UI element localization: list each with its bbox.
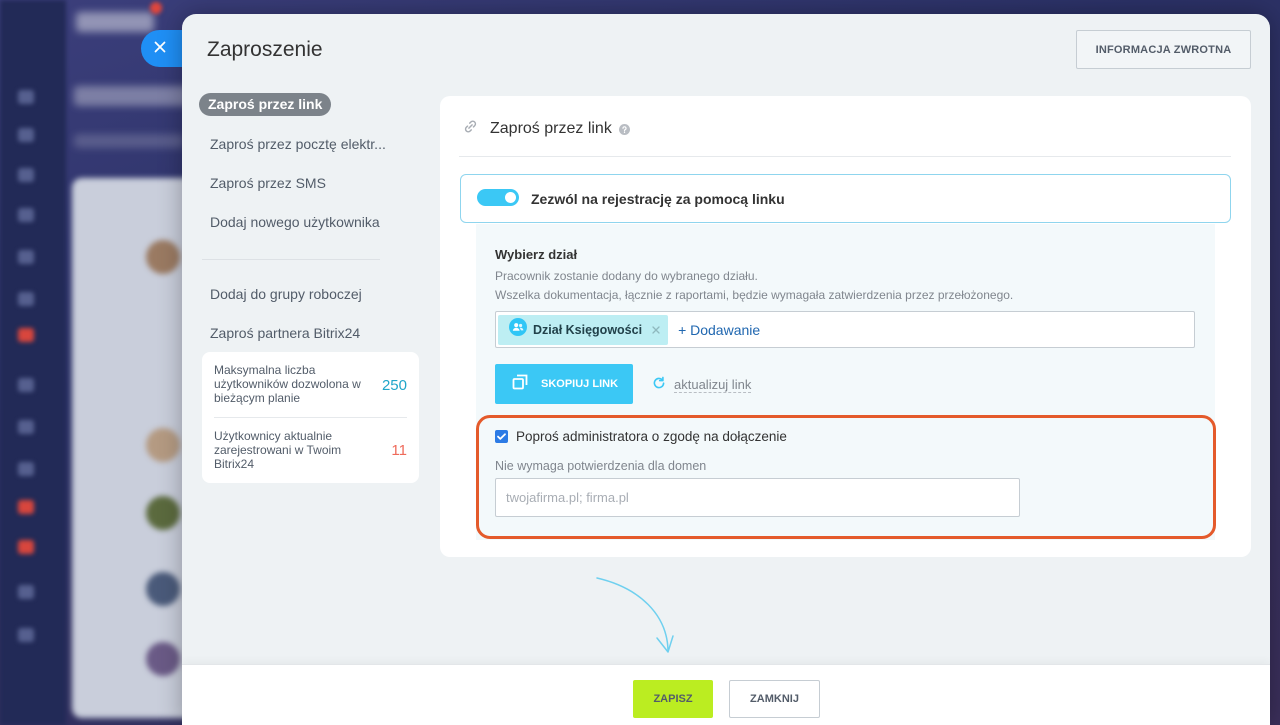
copy-link-label: SKOPIUJ LINK (541, 378, 619, 390)
background-menu-icon (18, 420, 34, 434)
background-menu-icon (18, 128, 34, 142)
copy-link-button[interactable]: SKOPIUJ LINK (495, 364, 633, 404)
department-selector[interactable]: Dział Księgowości + Dodawanie (495, 311, 1195, 348)
current-users-label: Użytkownicy aktualnie zarejestrowani w T… (214, 429, 342, 471)
nav-item-invite-by-link[interactable]: Zaproś przez link (199, 93, 332, 116)
invite-dialog: Zaproszenie INFORMACJA ZWROTNA Zaproś pr… (182, 14, 1270, 725)
background-notification-dot (150, 2, 162, 14)
background-avatar (146, 428, 180, 462)
admin-approval-label[interactable]: Poproś administratora o zgodę na dołącze… (516, 428, 787, 446)
admin-approval-checkbox[interactable] (495, 430, 508, 443)
current-users-value: 11 (391, 442, 407, 459)
max-users-label: Maksymalna liczba użytkowników dozwolona… (214, 363, 361, 405)
nav-item-add-new-user[interactable]: Dodaj nowego użytkownika (210, 212, 380, 232)
card-title: Zaproś przez link (490, 120, 612, 137)
refresh-link-button[interactable]: aktualizuj link (652, 376, 752, 395)
background-menu-icon (18, 90, 34, 104)
background-avatar (146, 642, 180, 676)
nav-item-invite-by-email[interactable]: Zaproś przez pocztę elektr... (210, 134, 386, 154)
domains-label: Nie wymaga potwierdzenia dla domen (495, 459, 707, 473)
admin-approval-section: Poproś administratora o zgodę na dołącze… (476, 415, 1216, 539)
help-icon[interactable] (618, 123, 630, 135)
background-menu-icon (18, 378, 34, 392)
feedback-button[interactable]: INFORMACJA ZWROTNA (1076, 30, 1251, 69)
stats-divider (214, 417, 407, 418)
refresh-link-label: aktualizuj link (674, 377, 752, 393)
department-tag: Dział Księgowości (498, 314, 669, 345)
background-menu-icon (18, 500, 34, 514)
department-hint: Wszelka dokumentacja, łącznie z raportam… (495, 288, 1014, 302)
department-tag-label: Dział Księgowości (533, 322, 643, 337)
nav-item-invite-by-sms[interactable]: Zaproś przez SMS (210, 173, 326, 193)
background-avatar (146, 496, 180, 530)
close-button[interactable]: ZAMKNIJ (729, 680, 820, 718)
card-header: Zaproś przez link (463, 119, 630, 139)
background-menu-icon (18, 540, 34, 554)
department-hint: Pracownik zostanie dodany do wybranego d… (495, 269, 758, 283)
checkbox-checked-icon (496, 431, 507, 442)
remove-icon[interactable] (652, 325, 660, 334)
background-menu-icon (18, 168, 34, 182)
background-menu-icon (18, 250, 34, 264)
card-divider (459, 156, 1231, 157)
background-avatar (146, 572, 180, 606)
annotation-arrow (596, 577, 674, 653)
nav-divider (202, 259, 380, 260)
save-button[interactable]: ZAPISZ (633, 680, 713, 718)
invite-by-link-card: Zaproś przez link Zezwól na rejestrację … (440, 96, 1251, 557)
background-menu-icon (18, 292, 34, 306)
link-icon (463, 119, 478, 139)
user-limit-stats: Maksymalna liczba użytkowników dozwolona… (202, 352, 419, 483)
add-department-link[interactable]: + Dodawanie (678, 322, 760, 338)
background-logo (76, 12, 154, 32)
background-heading (74, 86, 194, 106)
copy-icon (512, 374, 528, 395)
toggle-knob (505, 192, 516, 203)
nav-item-invite-partner[interactable]: Zaproś partnera Bitrix24 (210, 323, 360, 343)
background-menu-icon (18, 328, 34, 342)
link-settings-panel: Wybierz dział Pracownik zostanie dodany … (476, 224, 1216, 540)
max-users-value: 250 (381, 377, 407, 394)
dialog-title: Zaproszenie (207, 38, 323, 61)
registration-toggle-row: Zezwól na rejestrację za pomocą linku (460, 174, 1231, 223)
registration-toggle[interactable] (477, 189, 519, 206)
nav-item-add-to-workgroup[interactable]: Dodaj do grupy roboczej (210, 284, 362, 304)
background-menu-icon (18, 462, 34, 476)
refresh-icon (652, 376, 666, 395)
department-title: Wybierz dział (495, 247, 578, 262)
close-icon (154, 40, 166, 58)
background-menu-icon (18, 628, 34, 642)
background-left-menu (0, 0, 66, 725)
background-menu-icon (18, 585, 34, 599)
registration-toggle-label: Zezwól na rejestrację za pomocą linku (531, 191, 785, 207)
background-avatar (146, 240, 180, 274)
domains-input[interactable] (495, 478, 1020, 517)
dialog-footer: ZAPISZ ZAMKNIJ (182, 665, 1270, 725)
users-icon (509, 318, 527, 341)
background-menu-icon (18, 208, 34, 222)
background-subheading (74, 134, 184, 148)
